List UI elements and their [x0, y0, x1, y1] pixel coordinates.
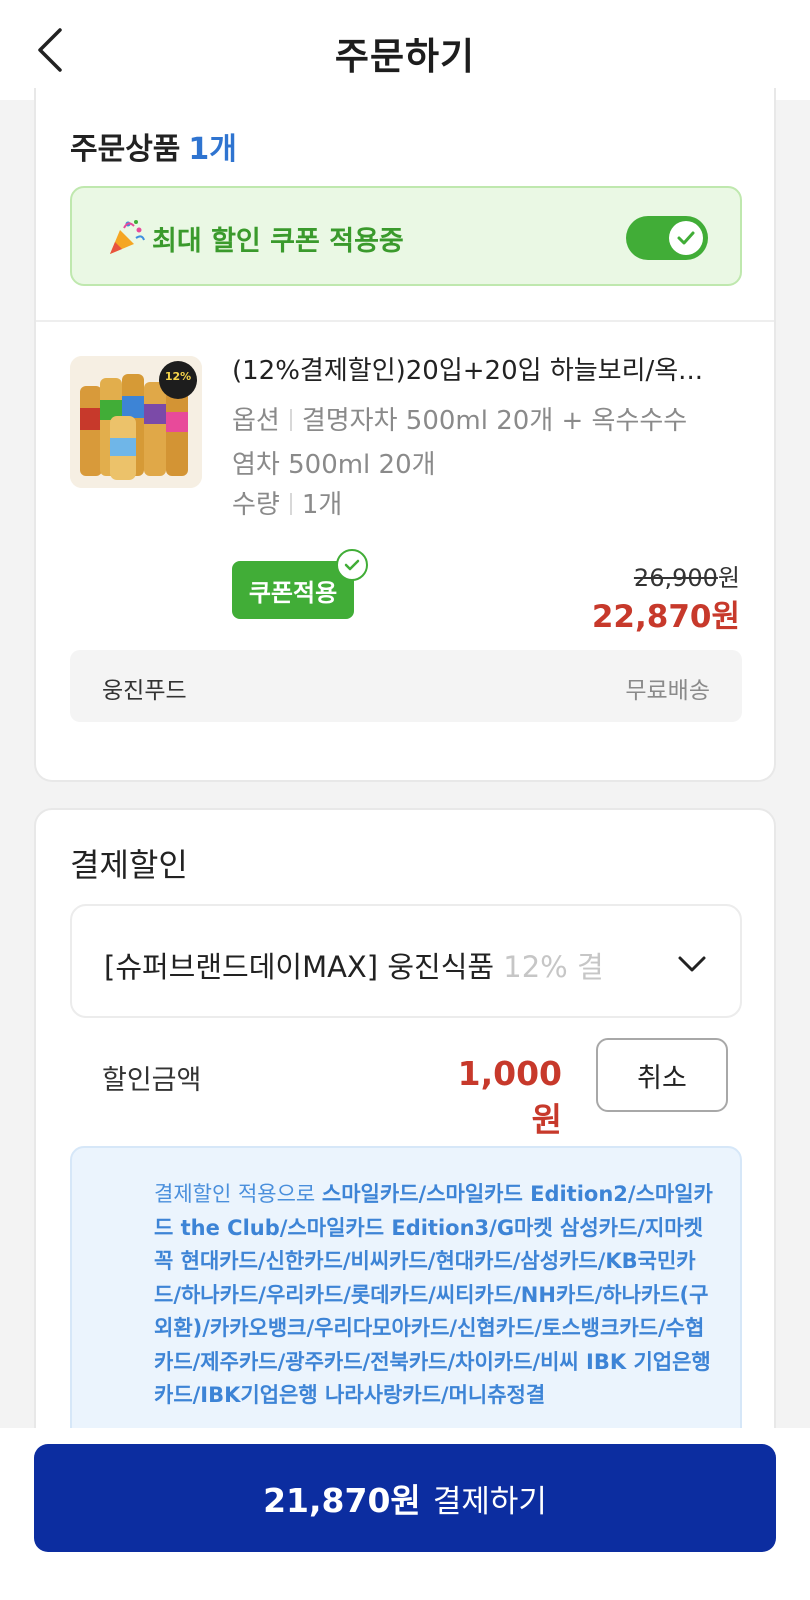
- svg-text:12%: 12%: [165, 370, 191, 383]
- coupon-check-badge: [336, 549, 368, 581]
- sale-price: 22,870원: [591, 599, 740, 635]
- selected-offer-main: [슈퍼브랜드데이MAX] 웅진식품: [104, 950, 495, 984]
- info-prefix: 결제할인 적용으로: [154, 1182, 322, 1206]
- separator: [289, 493, 292, 515]
- separator: [289, 409, 292, 431]
- payment-discount-title: 결제할인: [70, 846, 188, 884]
- order-section-label: 주문상품: [70, 132, 181, 167]
- pay-label: 결제하기: [432, 1483, 547, 1520]
- order-item-count: 1개: [188, 132, 237, 167]
- selected-offer-text: [슈퍼브랜드데이MAX] 웅진식품 12% 결: [104, 944, 604, 986]
- quantity-label: 수량: [232, 490, 280, 520]
- card-eligibility-text: 결제할인 적용으로 스마일카드/스마일카드 Edition2/스마일카드 the…: [154, 1178, 714, 1413]
- party-popper-icon: [110, 220, 145, 254]
- discount-amount-label: 할인금액: [102, 1065, 202, 1096]
- bottom-checkout-bar: 21,870원 결제하기: [0, 1428, 810, 1600]
- pay-amount: 21,870원: [263, 1481, 421, 1520]
- discount-offer-select[interactable]: [슈퍼브랜드데이MAX] 웅진식품 12% 결: [70, 904, 742, 1018]
- cancel-discount-button[interactable]: 취소: [596, 1038, 728, 1112]
- order-section-title: 주문상품 1개: [70, 124, 237, 168]
- check-icon: [677, 231, 695, 245]
- option-label: 옵션: [232, 406, 280, 436]
- discount-amount-value: 1,000원: [457, 1054, 562, 1139]
- seller-bar: 웅진푸드 무료배송: [70, 650, 742, 722]
- original-price-number: 26,900: [633, 564, 718, 592]
- coupon-applied-badge[interactable]: 쿠폰적용: [232, 549, 368, 619]
- text-fade: [600, 926, 680, 1000]
- product-bottles-image: 12%: [70, 356, 202, 488]
- option-value-line1: 결명자차 500ml 20개 + 옥수수수: [301, 406, 688, 436]
- max-coupon-toggle[interactable]: [626, 216, 708, 260]
- original-price: 26,900원: [634, 558, 740, 593]
- toggle-knob: [669, 221, 703, 255]
- max-coupon-text: 최대 할인 쿠폰 적용중: [152, 226, 404, 257]
- option-value-line2: 염차 500ml 20개: [232, 450, 436, 480]
- seller-name: 웅진푸드: [102, 678, 187, 704]
- pay-button[interactable]: 21,870원 결제하기: [34, 1444, 776, 1552]
- original-price-currency: 원: [717, 564, 740, 592]
- page-title: 주문하기: [334, 35, 476, 78]
- coupon-applied-label: 쿠폰적용: [248, 578, 338, 607]
- chevron-down-icon: [678, 956, 706, 972]
- product-name[interactable]: (12%결제할인)20입+20입 하늘보리/옥...: [232, 350, 732, 387]
- shipping-info: 무료배송: [625, 678, 710, 704]
- eligible-cards-list: 스마일카드/스마일카드 Edition2/스마일카드 the Club/스마일카…: [154, 1182, 713, 1407]
- quantity-row: 수량 1개: [232, 484, 342, 521]
- max-coupon-banner: 최대 할인 쿠폰 적용중: [70, 186, 742, 286]
- order-products-card: 주문상품 1개 최대 할인 쿠폰 적용중 12% (12%결제할인)20입+20…: [34, 88, 776, 782]
- quantity-value: 1개: [301, 490, 343, 520]
- product-thumbnail[interactable]: 12%: [70, 356, 202, 488]
- check-icon: [344, 559, 360, 571]
- option-row: 옵션 결명자차 500ml 20개 + 옥수수수: [232, 400, 687, 437]
- divider: [36, 320, 774, 322]
- selected-offer-tail: 12% 결: [503, 950, 604, 984]
- header: 주문하기: [0, 0, 810, 100]
